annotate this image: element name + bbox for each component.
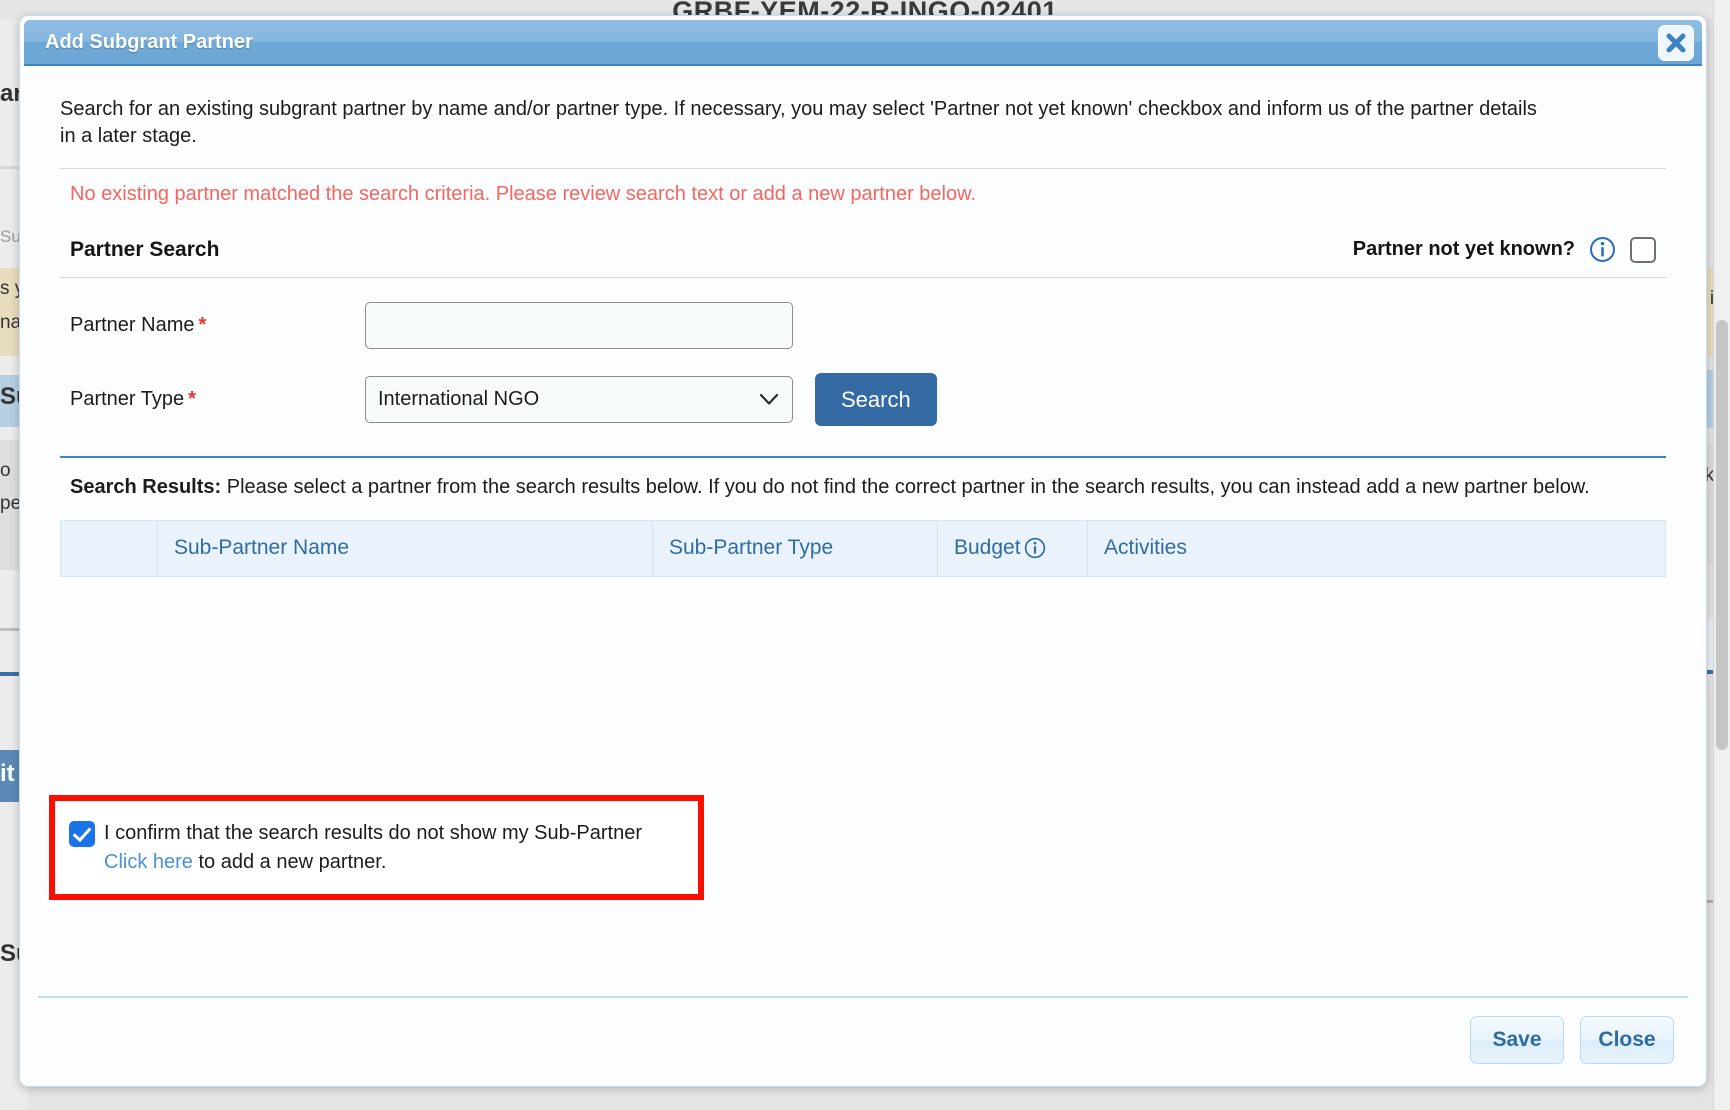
page-scrollbar-thumb[interactable] — [1716, 320, 1728, 750]
partner-name-input[interactable] — [365, 302, 793, 350]
partner-not-yet-known-checkbox[interactable] — [1630, 236, 1656, 263]
confirm-after-link-text: to add a new partner. — [192, 850, 387, 873]
partner-name-label: Partner Name * — [70, 314, 365, 337]
confirm-no-results-checkbox[interactable] — [69, 821, 95, 848]
partner-type-row: Partner Type * International NGO Search — [70, 373, 1656, 427]
partner-not-yet-known-group: Partner not yet known? — [1353, 236, 1656, 263]
partner-search-form: Partner Name * Partner Type * Internationa… — [60, 302, 1666, 427]
required-asterisk: * — [188, 388, 196, 411]
dialog-body: Search for an existing subgrant partner … — [20, 66, 1706, 996]
background-fragment: it — [0, 760, 15, 787]
background-fragment: o — [0, 460, 11, 481]
search-results-table-head: Sub-Partner Name Sub-Partner Type Budget — [60, 519, 1666, 577]
column-sub-partner-type: Sub-Partner Type — [652, 519, 938, 577]
column-activities: Activities — [1087, 519, 1666, 577]
column-select — [60, 519, 158, 577]
background-fragment: na — [0, 312, 22, 333]
partner-type-select[interactable]: International NGO — [365, 376, 793, 424]
partner-name-row: Partner Name * — [70, 302, 1656, 350]
add-subgrant-partner-dialog: Add Subgrant Partner Search for an exist… — [19, 15, 1707, 1087]
column-budget-label: Budget — [954, 536, 1021, 560]
page-scrollbar[interactable] — [1713, 0, 1730, 1110]
confirm-no-results-box: I confirm that the search results do not… — [49, 795, 704, 900]
save-button[interactable]: Save — [1470, 1016, 1564, 1064]
table-header-row: Sub-Partner Name Sub-Partner Type Budget — [60, 519, 1666, 577]
background-fragment: pe — [0, 493, 22, 514]
search-results-help-text: Please select a partner from the search … — [221, 476, 1590, 499]
partner-name-label-text: Partner Name — [70, 314, 195, 337]
close-button[interactable]: Close — [1580, 1016, 1674, 1064]
dialog-intro-text: Search for an existing subgrant partner … — [60, 98, 1537, 148]
partner-search-header: Partner Search Partner not yet known? — [60, 236, 1666, 279]
search-results-description: Search Results: Please select a partner … — [60, 458, 1666, 502]
dialog-title: Add Subgrant Partner — [45, 30, 253, 53]
info-icon[interactable] — [1589, 236, 1616, 263]
search-results-label: Search Results: — [70, 476, 222, 499]
partner-type-label: Partner Type * — [70, 388, 365, 411]
confirm-checkbox-row: I confirm that the search results do not… — [69, 819, 680, 876]
close-icon[interactable] — [1658, 25, 1694, 61]
partner-type-label-text: Partner Type — [70, 388, 185, 411]
dialog-footer: Save Close — [38, 996, 1688, 1086]
partner-search-title: Partner Search — [70, 237, 220, 261]
dialog-titlebar: Add Subgrant Partner — [24, 20, 1702, 66]
background-fragment: Su — [0, 227, 21, 246]
search-button[interactable]: Search — [815, 373, 937, 427]
column-sub-partner-name: Sub-Partner Name — [157, 519, 653, 577]
column-budget: Budget — [937, 519, 1088, 577]
confirm-statement: I confirm that the search results do not… — [104, 822, 643, 845]
partner-type-selected-value[interactable]: International NGO — [365, 376, 793, 424]
info-icon[interactable] — [1024, 537, 1046, 559]
add-new-partner-link[interactable]: Click here — [104, 851, 193, 873]
partner-not-yet-known-label: Partner not yet known? — [1352, 238, 1575, 261]
required-asterisk: * — [198, 314, 207, 337]
confirm-no-results-text: I confirm that the search results do not… — [104, 819, 642, 876]
search-error-message: No existing partner matched the search c… — [70, 183, 977, 206]
search-results-table: Sub-Partner Name Sub-Partner Type Budget — [60, 519, 1666, 577]
